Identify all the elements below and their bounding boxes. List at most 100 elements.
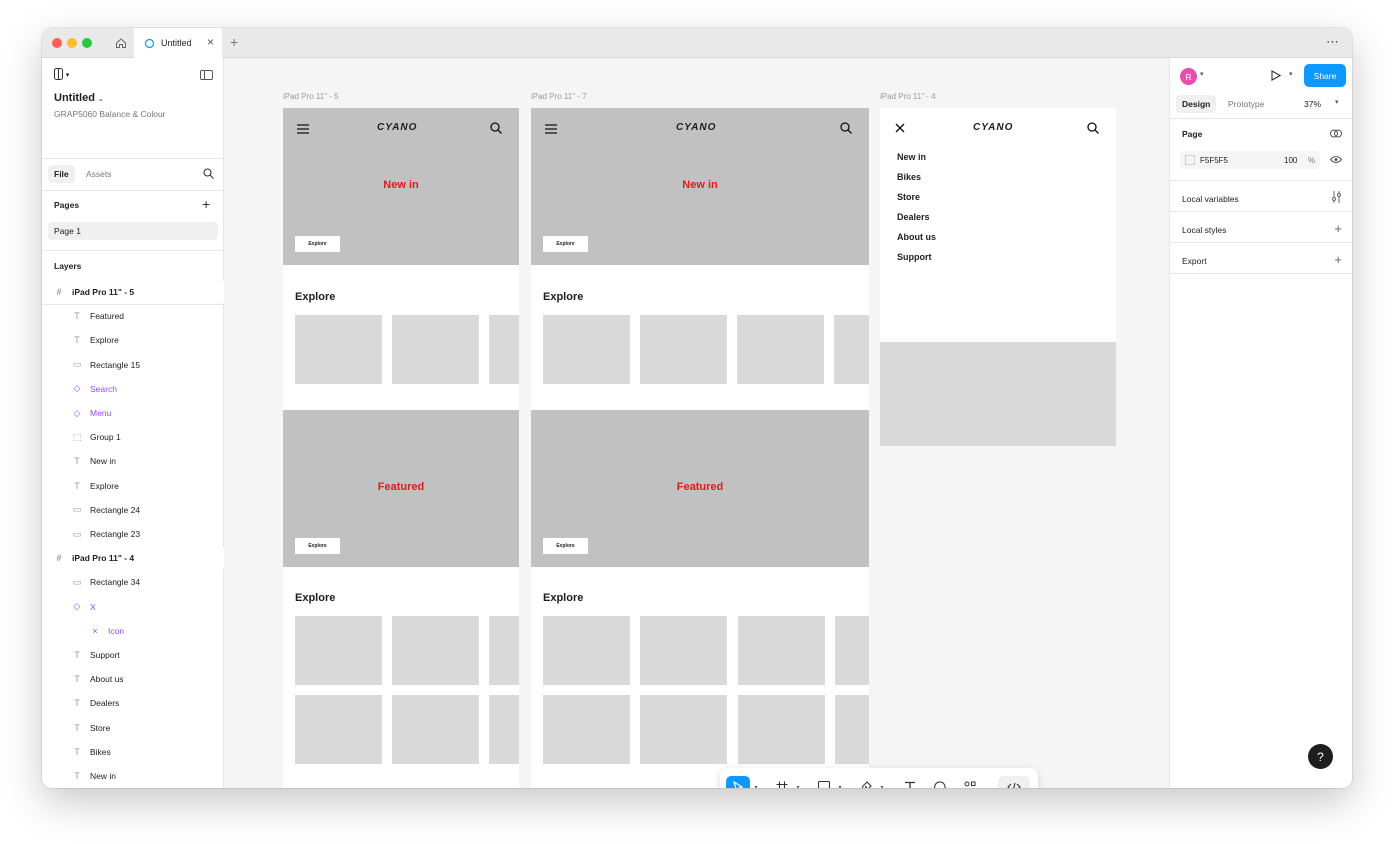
avatar[interactable]: R (1180, 68, 1197, 85)
tab-assets[interactable]: Assets (80, 165, 118, 183)
product-card[interactable] (295, 315, 382, 384)
frame-tool-button[interactable] (772, 776, 792, 788)
frame-label[interactable]: iPad Pro 11" - 7 (531, 92, 587, 101)
frame-label[interactable]: iPad Pro 11" - 5 (283, 92, 339, 101)
nav-item-about-us[interactable]: About us (897, 232, 936, 242)
share-button[interactable]: Share (1304, 64, 1346, 87)
add-style-icon[interactable]: + (1334, 222, 1342, 235)
product-card[interactable] (835, 616, 869, 685)
product-card[interactable] (640, 315, 727, 384)
layer-item[interactable]: # iPad Pro 11" - 5 (42, 281, 224, 303)
home-button[interactable] (108, 28, 134, 58)
help-button[interactable]: ? (1308, 744, 1333, 769)
nav-item-support[interactable]: Support (897, 252, 932, 262)
layer-item[interactable]: T Dealers (42, 692, 224, 714)
tab-file[interactable]: File (48, 165, 75, 183)
file-name[interactable]: Untitled ⌄ (54, 92, 104, 104)
layer-item[interactable]: ◇ X (42, 596, 224, 618)
document-tab[interactable]: Untitled × (134, 28, 222, 58)
product-card[interactable] (543, 315, 630, 384)
layer-item[interactable]: T Explore (42, 475, 224, 497)
search-icon[interactable] (1087, 122, 1099, 134)
close-tab-icon[interactable]: × (207, 36, 214, 48)
page-opacity-value[interactable]: 100 (1284, 156, 1297, 165)
product-card[interactable] (835, 695, 869, 764)
explore-button[interactable]: Explore (295, 236, 340, 252)
close-icon[interactable] (895, 123, 905, 133)
local-styles-heading[interactable]: Local styles (1182, 225, 1226, 235)
product-card[interactable] (543, 695, 630, 764)
comment-tool-button[interactable] (930, 776, 950, 788)
product-card[interactable] (737, 315, 824, 384)
nav-item-dealers[interactable]: Dealers (897, 212, 930, 222)
nav-item-bikes[interactable]: Bikes (897, 172, 921, 182)
page-color-value[interactable]: F5F5F5 (1200, 156, 1228, 165)
menu-icon[interactable] (297, 124, 309, 134)
shape-tool-button[interactable] (814, 776, 834, 788)
layer-item[interactable]: ◇ Search (42, 378, 224, 400)
nav-item-store[interactable]: Store (897, 192, 920, 202)
sidebar-toggle-icon[interactable] (200, 70, 213, 80)
product-card[interactable] (392, 695, 479, 764)
page-color-field[interactable]: F5F5F5 100 % (1180, 151, 1320, 169)
chevron-down-icon[interactable]: ▾ (752, 776, 760, 789)
tab-prototype[interactable]: Prototype (1222, 95, 1270, 113)
product-card[interactable] (295, 695, 382, 764)
frame-ipad-4[interactable]: CYANO New in Bikes Store Dealers About u… (880, 108, 1116, 446)
product-card[interactable] (295, 616, 382, 685)
pen-tool-button[interactable] (856, 776, 876, 788)
layer-item[interactable]: T New in (42, 765, 224, 787)
zoom-window-button[interactable] (82, 38, 92, 48)
dev-mode-toggle[interactable] (998, 776, 1030, 788)
text-tool-button[interactable] (900, 776, 920, 788)
explore-button[interactable]: Explore (543, 236, 588, 252)
search-icon[interactable] (840, 122, 852, 134)
visibility-icon[interactable] (1330, 155, 1342, 164)
layer-item[interactable]: T Explore (42, 329, 224, 351)
more-options-button[interactable]: ⋯ (1326, 34, 1340, 50)
resources-tool-button[interactable] (960, 776, 980, 788)
add-page-icon[interactable]: + (202, 196, 210, 212)
main-menu-button[interactable]: ▾ (54, 68, 69, 83)
sliders-icon[interactable] (1331, 191, 1342, 203)
product-card[interactable] (392, 315, 479, 384)
chevron-down-icon[interactable]: ▾ (794, 776, 802, 789)
product-card[interactable] (392, 616, 479, 685)
product-card[interactable] (543, 616, 630, 685)
chevron-down-icon[interactable]: ▾ (878, 776, 886, 789)
add-export-icon[interactable]: + (1334, 253, 1342, 266)
layer-item[interactable]: # iPad Pro 11" - 4 (42, 547, 224, 570)
zoom-level[interactable]: 37% (1304, 99, 1321, 109)
chevron-down-icon[interactable]: ▾ (1200, 70, 1204, 78)
chevron-down-icon[interactable]: ▾ (836, 776, 844, 789)
layer-item[interactable]: ⬚ Group 1 (42, 426, 224, 448)
nav-item-new-in[interactable]: New in (897, 152, 926, 162)
color-swatch[interactable] (1185, 155, 1195, 165)
explore-button[interactable]: Explore (295, 538, 340, 554)
new-tab-button[interactable]: + (230, 34, 238, 50)
search-icon[interactable] (203, 168, 214, 179)
export-heading[interactable]: Export (1182, 256, 1207, 266)
layer-item[interactable]: ◇ Menu (42, 402, 224, 424)
product-card[interactable] (738, 695, 825, 764)
move-tool-button[interactable] (726, 776, 750, 788)
styles-icon[interactable] (1330, 129, 1342, 138)
frame-ipad-7[interactable]: CYANO New in Explore Explore Featured Ex… (531, 108, 869, 788)
layer-item[interactable]: T Bikes (42, 741, 224, 763)
menu-icon[interactable] (545, 124, 557, 134)
product-card[interactable] (640, 695, 727, 764)
project-name[interactable]: GRAP5060 Balance & Colour (54, 109, 166, 119)
frame-ipad-5[interactable]: CYANO New in Explore Explore Featured Ex… (283, 108, 519, 788)
product-card[interactable] (834, 315, 869, 384)
layer-item[interactable]: T Featured (42, 305, 224, 327)
product-card[interactable] (738, 616, 825, 685)
product-card[interactable] (489, 695, 519, 764)
play-icon[interactable] (1271, 70, 1281, 81)
page-item[interactable]: Page 1 (48, 222, 218, 240)
product-card[interactable] (489, 616, 519, 685)
canvas[interactable]: iPad Pro 11" - 5 CYANO New in Explore Ex… (224, 58, 1169, 788)
layer-item[interactable]: T Support (42, 644, 224, 666)
layer-item[interactable]: ▭ Rectangle 23 (42, 523, 224, 545)
minimize-window-button[interactable] (67, 38, 77, 48)
layer-item[interactable]: ▭ Rectangle 24 (42, 499, 224, 521)
